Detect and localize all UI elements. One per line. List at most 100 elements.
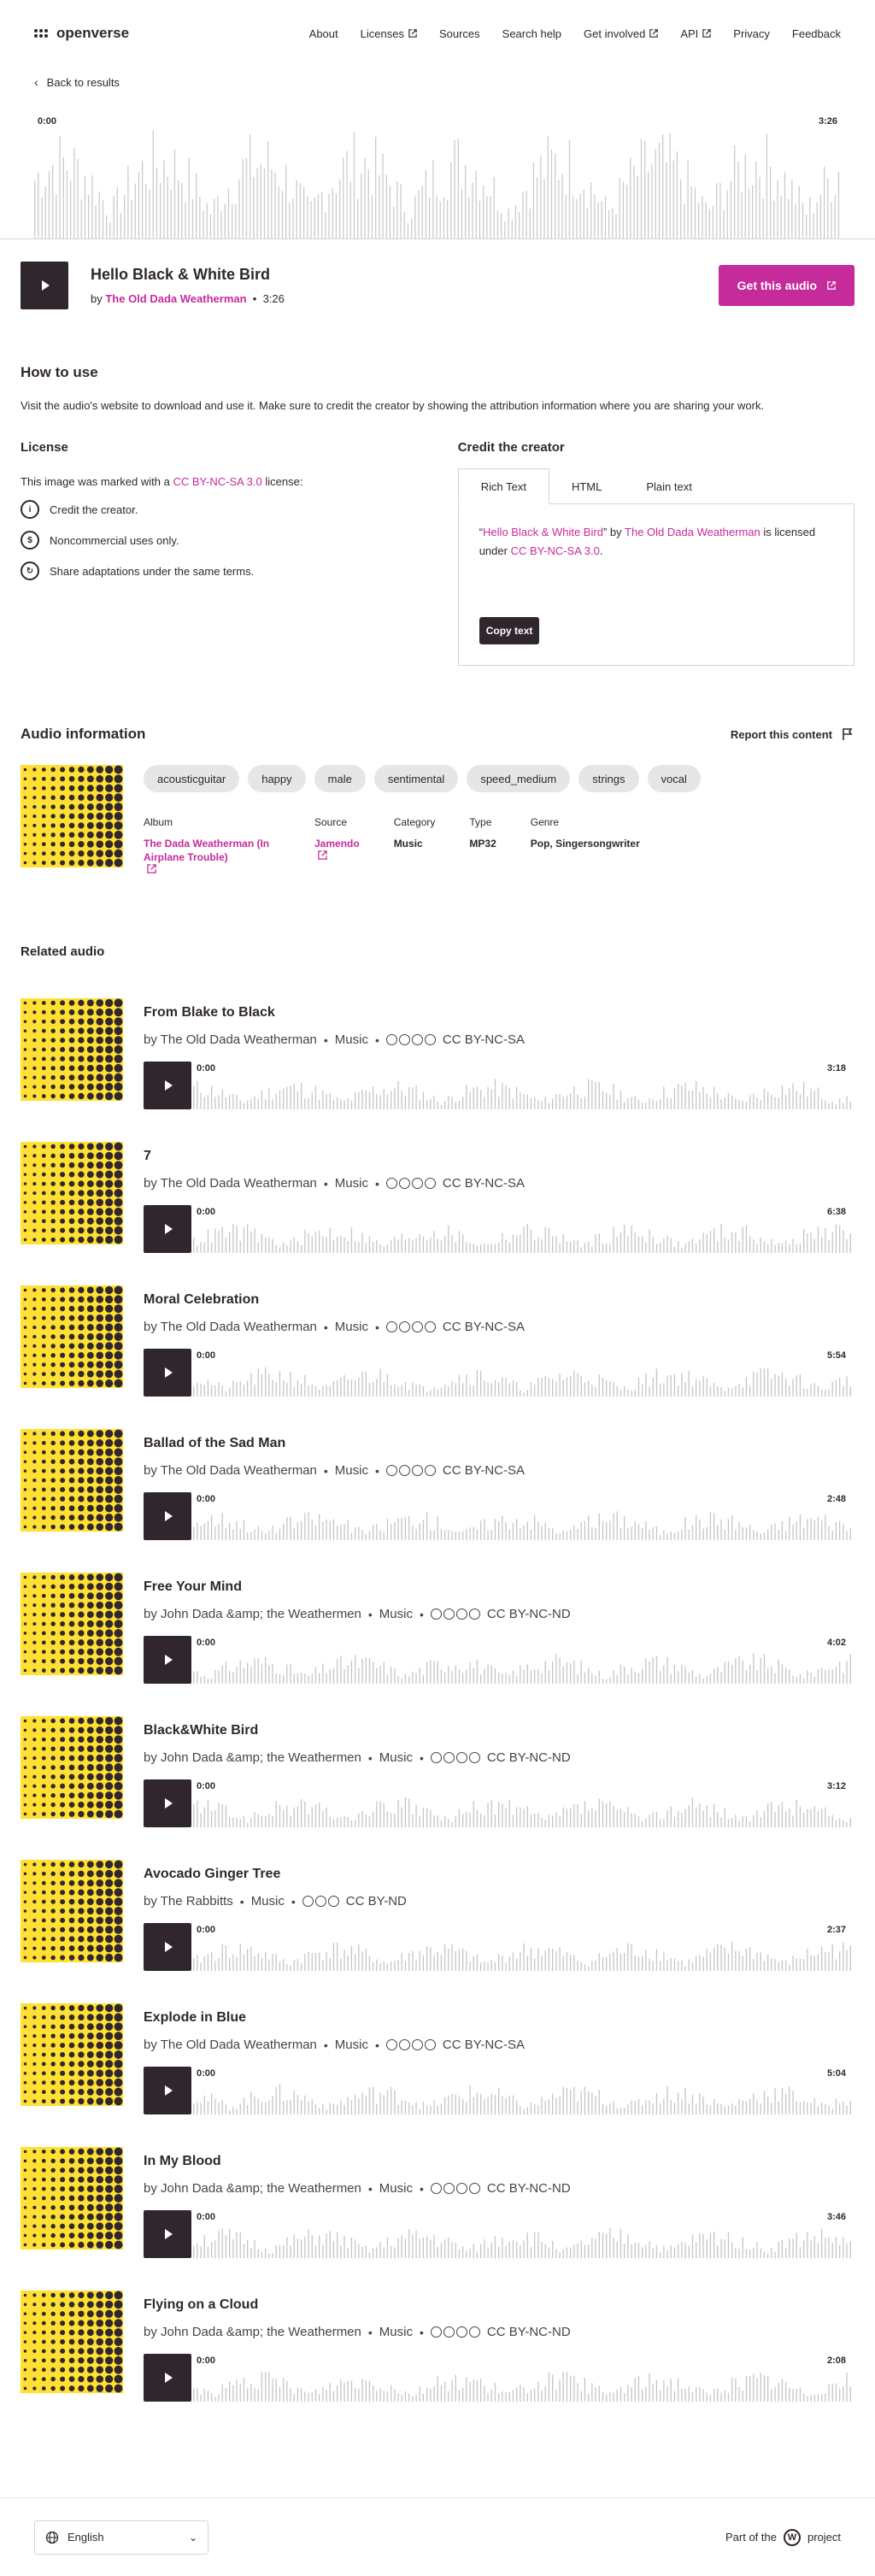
play-button[interactable] bbox=[144, 1492, 191, 1540]
related-audio-item[interactable]: Moral Celebration by The Old Dada Weather… bbox=[21, 1285, 854, 1429]
current-time: 0:00 bbox=[197, 2212, 216, 2222]
play-button[interactable] bbox=[144, 1779, 191, 1827]
waveform-bars[interactable] bbox=[193, 1366, 851, 1397]
tab-rich-text[interactable]: Rich Text bbox=[457, 468, 549, 504]
play-button[interactable] bbox=[144, 1923, 191, 1971]
external-link-icon bbox=[649, 29, 659, 38]
license-link[interactable]: CC BY-NC-SA 3.0 bbox=[173, 475, 261, 488]
related-audio-item[interactable]: From Blake to Black by The Old Dada Weath… bbox=[21, 998, 854, 1142]
meta-album: Album The Dada Weatherman (In Airplane Tr… bbox=[144, 816, 280, 876]
play-button[interactable] bbox=[144, 1062, 191, 1109]
creator-link[interactable]: The Old Dada Weatherman bbox=[105, 292, 246, 305]
waveform-bars[interactable] bbox=[193, 1509, 851, 1540]
tag-chip[interactable]: vocal bbox=[647, 765, 701, 792]
tab-html[interactable]: HTML bbox=[549, 468, 624, 504]
nav-licenses[interactable]: Licenses bbox=[361, 27, 417, 40]
related-title[interactable]: Free Your Mind bbox=[144, 1579, 854, 1595]
waveform-bars[interactable] bbox=[193, 1222, 851, 1253]
waveform-bars[interactable] bbox=[193, 1079, 851, 1109]
nav-about[interactable]: About bbox=[309, 27, 338, 40]
related-audio-item[interactable]: Avocado Ginger Tree by The Rabbitts • Music… bbox=[21, 1860, 854, 2003]
attribution-creator-link[interactable]: The Old Dada Weatherman bbox=[625, 526, 760, 538]
separator: • bbox=[323, 2038, 328, 2052]
nav-sources[interactable]: Sources bbox=[439, 27, 480, 40]
meta-genre: Genre Pop, Singersongwriter bbox=[531, 816, 640, 876]
tag-chip[interactable]: sentimental bbox=[373, 765, 459, 792]
related-title[interactable]: Avocado Ginger Tree bbox=[144, 1867, 854, 1882]
language-select[interactable]: English ⌄ bbox=[34, 2520, 208, 2555]
play-button[interactable] bbox=[144, 1205, 191, 1253]
external-link-icon bbox=[318, 850, 327, 860]
related-title[interactable]: Ballad of the Sad Man bbox=[144, 1436, 854, 1451]
related-title[interactable]: Black&White Bird bbox=[144, 1723, 854, 1738]
nav-search-help[interactable]: Search help bbox=[502, 27, 561, 40]
related-audio-item[interactable]: Free Your Mind by John Dada &amp; the Wea… bbox=[21, 1573, 854, 1716]
related-title[interactable]: In My Blood bbox=[144, 2154, 854, 2169]
related-audio-item[interactable]: Ballad of the Sad Man by The Old Dada Wea… bbox=[21, 1429, 854, 1573]
play-button[interactable] bbox=[144, 2067, 191, 2114]
nav-privacy[interactable]: Privacy bbox=[733, 27, 770, 40]
meta-label: Source bbox=[314, 816, 348, 828]
play-button[interactable] bbox=[144, 2354, 191, 2402]
how-to-use-text: Visit the audio's website to download an… bbox=[21, 399, 765, 412]
related-byline: by John Dada &amp; the Weathermen • Music •… bbox=[144, 1750, 854, 1765]
duration: 5:54 bbox=[826, 1350, 846, 1361]
copy-text-button[interactable]: Copy text bbox=[479, 617, 540, 644]
logo[interactable]: openverse bbox=[34, 25, 129, 42]
attribution-title-link[interactable]: Hello Black & White Bird bbox=[483, 526, 603, 538]
waveform-bars[interactable] bbox=[193, 2084, 851, 2114]
tag-chip[interactable]: male bbox=[314, 765, 366, 792]
waveform-bars[interactable] bbox=[193, 2371, 851, 2402]
back-to-results-link[interactable]: ‹ Back to results bbox=[34, 75, 120, 89]
play-button[interactable] bbox=[144, 1636, 191, 1684]
waveform-bars[interactable] bbox=[193, 2227, 851, 2258]
related-license: CC BY-NC-SA bbox=[442, 1320, 526, 1334]
external-link-icon bbox=[147, 864, 156, 873]
related-player: 0:00 5:54 bbox=[144, 1349, 851, 1397]
tag-chip[interactable]: happy bbox=[248, 765, 306, 792]
related-title[interactable]: Moral Celebration bbox=[144, 1292, 854, 1308]
waveform-bars[interactable] bbox=[193, 1940, 851, 1971]
cc-license-icons bbox=[385, 2039, 436, 2050]
related-byline: by The Old Dada Weatherman • Music • CC BY-N… bbox=[144, 1463, 854, 1478]
tag-chip[interactable]: acousticguitar bbox=[144, 765, 240, 792]
related-artist: by John Dada &amp; the Weathermen bbox=[144, 2325, 361, 2339]
how-to-use-section: How to use Visit the audio's website to … bbox=[0, 364, 875, 666]
get-this-audio-button[interactable]: Get this audio bbox=[718, 265, 854, 306]
waveform-bars[interactable] bbox=[193, 1653, 851, 1684]
play-button[interactable] bbox=[21, 262, 68, 309]
related-audio-item[interactable]: Flying on a Cloud by John Dada &amp; the … bbox=[21, 2291, 854, 2434]
album-art bbox=[21, 998, 123, 1101]
play-button[interactable] bbox=[144, 2210, 191, 2258]
related-audio-item[interactable]: 7 by The Old Dada Weatherman • Music • CC BY-… bbox=[21, 1142, 854, 1285]
meta-value[interactable]: The Dada Weatherman (In Airplane Trouble… bbox=[144, 837, 280, 864]
report-content-button[interactable]: Report this content bbox=[731, 727, 854, 741]
related-audio-item[interactable]: In My Blood by John Dada &amp; the Weathe… bbox=[21, 2147, 854, 2291]
related-title[interactable]: 7 bbox=[144, 1149, 854, 1164]
related-title[interactable]: From Blake to Black bbox=[144, 1005, 854, 1020]
play-button[interactable] bbox=[144, 1349, 191, 1397]
play-icon bbox=[165, 2373, 173, 2383]
related-audio-item[interactable]: Black&White Bird by John Dada &amp; the W… bbox=[21, 1716, 854, 1860]
separator: • bbox=[323, 1463, 328, 1478]
related-byline: by John Dada &amp; the Weathermen • Music •… bbox=[144, 2181, 854, 2196]
waveform-bars[interactable] bbox=[193, 1797, 851, 1827]
related-title[interactable]: Explode in Blue bbox=[144, 2010, 854, 2026]
chevron-down-icon: ⌄ bbox=[188, 2531, 197, 2544]
nav-get-involved[interactable]: Get involved bbox=[584, 27, 659, 40]
meta-value[interactable]: Jamendo bbox=[314, 837, 360, 850]
nav-label: Feedback bbox=[791, 26, 841, 40]
related-title[interactable]: Flying on a Cloud bbox=[144, 2297, 854, 2313]
main-waveform[interactable]: 0:00 3:26 bbox=[0, 111, 875, 239]
attribution-license-link[interactable]: CC BY-NC-SA 3.0 bbox=[511, 544, 600, 557]
nav-api[interactable]: API bbox=[680, 27, 712, 40]
separator: • bbox=[367, 1750, 373, 1765]
tab-plain-text[interactable]: Plain text bbox=[624, 468, 714, 504]
related-audio-item[interactable]: Explode in Blue by The Old Dada Weatherma… bbox=[21, 2003, 854, 2147]
related-audio-body: Ballad of the Sad Man by The Old Dada Wea… bbox=[144, 1429, 854, 1573]
nav-feedback[interactable]: Feedback bbox=[792, 27, 841, 40]
current-time: 0:00 bbox=[197, 1350, 216, 1361]
tag-chip[interactable]: strings bbox=[578, 765, 639, 792]
tag-chip[interactable]: speed_medium bbox=[467, 765, 571, 792]
wordpress-logo-icon[interactable]: W bbox=[783, 2528, 801, 2546]
